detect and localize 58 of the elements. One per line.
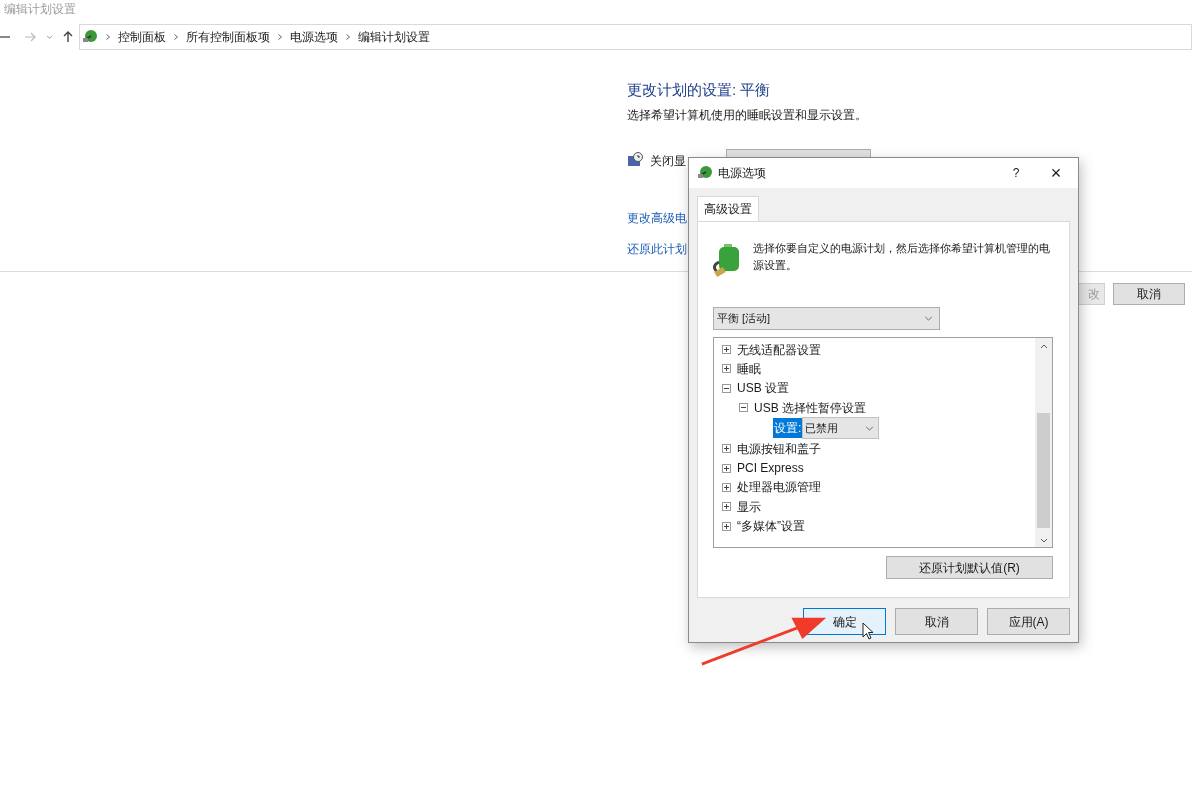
chevron-icon	[106, 34, 110, 40]
tab[interactable]: 高级设置	[697, 196, 759, 221]
setting-label: 设置:	[773, 418, 803, 439]
link[interactable]: 更改高级电	[627, 209, 687, 227]
power-options-icon	[82, 29, 98, 45]
scrollbar[interactable]	[1035, 338, 1052, 547]
setting-dropdown[interactable]: 已禁用	[802, 417, 880, 440]
tree-item[interactable]: 睡眠	[737, 359, 761, 378]
breadcrumb-item[interactable]: 电源选项	[290, 28, 338, 46]
link[interactable]: 还原此计划	[627, 240, 687, 258]
setting-value: 已禁用	[805, 420, 839, 436]
page-description: 选择希望计算机使用的睡眠设置和显示设置。	[627, 107, 867, 124]
expand-icon[interactable]	[722, 444, 731, 454]
clock-icon	[627, 152, 643, 168]
collapse-icon[interactable]	[722, 383, 731, 393]
plan-value: 平衡 [活动]	[717, 311, 771, 327]
tree-item[interactable]: USB 选择性暂停设置	[754, 398, 866, 417]
restore-defaults-button[interactable]: 还原计划默认值(R)	[886, 556, 1053, 579]
power-options-icon	[697, 165, 713, 181]
dialog-button[interactable]: 应用(A)	[987, 608, 1070, 635]
tree-item[interactable]: 处理器电源管理	[737, 478, 821, 497]
expand-icon[interactable]	[722, 521, 731, 531]
collapse-icon[interactable]	[739, 403, 748, 413]
dialog-button[interactable]: 取消	[895, 608, 978, 635]
display-off-label: 关闭显	[650, 153, 686, 170]
expand-icon[interactable]	[722, 364, 731, 374]
page-heading: 更改计划的设置: 平衡	[627, 80, 771, 100]
help-button[interactable]: ?	[998, 158, 1034, 188]
address-bar[interactable]: 控制面板 所有控制面板项 电源选项 编辑计划设置	[79, 24, 1192, 50]
breadcrumb-item[interactable]: 编辑计划设置	[358, 28, 430, 46]
expand-icon[interactable]	[722, 463, 731, 473]
tree-item[interactable]: USB 设置	[737, 379, 789, 398]
tree-item[interactable]: 显示	[737, 497, 761, 516]
window-title: 编辑计划设置	[4, 1, 76, 18]
tree-item[interactable]: “多媒体”设置	[737, 517, 805, 535]
scroll-thumb[interactable]	[1037, 413, 1050, 528]
close-button[interactable]: ×	[1034, 158, 1078, 188]
expand-icon[interactable]	[722, 345, 731, 355]
chevron-down-icon	[865, 425, 875, 431]
expand-icon[interactable]	[722, 502, 731, 512]
dialog-intro: 选择你要自定义的电源计划，然后选择你希望计算机管理的电源设置。	[753, 241, 1051, 273]
scroll-down-icon[interactable]	[1039, 538, 1048, 543]
cancel-button[interactable]: 取消	[1113, 283, 1185, 305]
cursor-icon	[862, 622, 874, 640]
dialog-title: 电源选项	[718, 165, 767, 182]
chevron-icon	[346, 34, 350, 40]
expand-icon[interactable]	[722, 482, 731, 492]
up-icon[interactable]	[63, 31, 73, 43]
chevron-down-icon	[924, 316, 933, 321]
chevron-icon	[174, 34, 178, 40]
tree-item[interactable]: 无线适配器设置	[737, 340, 821, 359]
tree-item[interactable]: PCI Express	[737, 459, 804, 478]
breadcrumb-item[interactable]: 控制面板	[118, 28, 166, 46]
chevron-icon	[278, 34, 282, 40]
scroll-up-icon[interactable]	[1039, 344, 1048, 349]
breadcrumb-item[interactable]: 所有控制面板项	[186, 28, 270, 46]
plan-dropdown[interactable]: 平衡 [活动]	[713, 307, 940, 330]
tree-item[interactable]: 电源按钮和盖子	[737, 439, 821, 458]
